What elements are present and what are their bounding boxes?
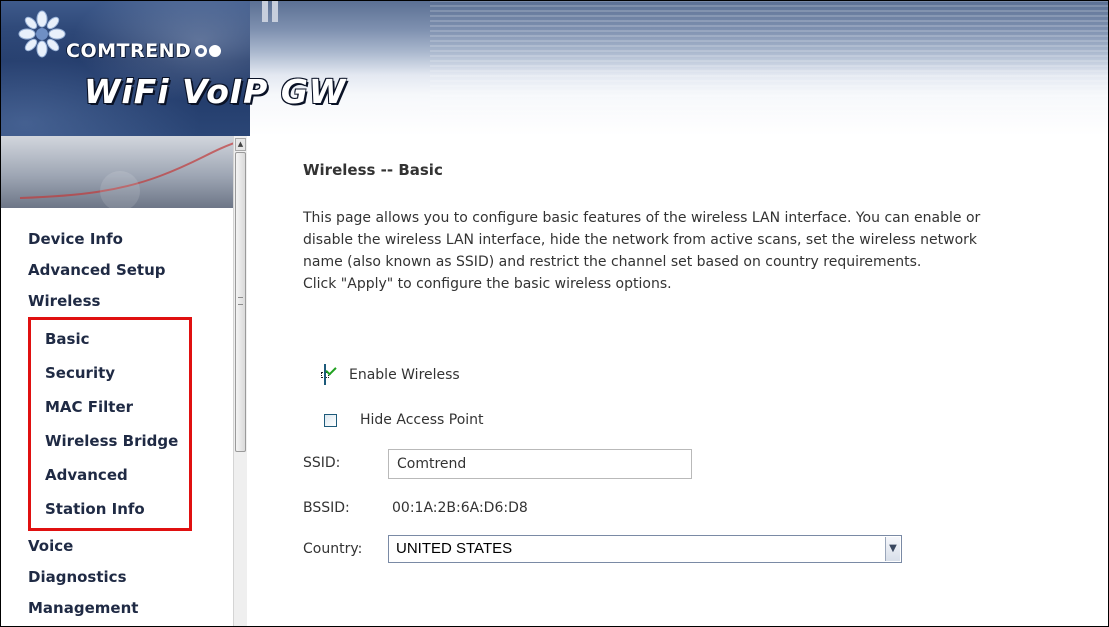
- scroll-up-arrow-icon[interactable]: ▲: [235, 138, 246, 151]
- page-title: Wireless -- Basic: [303, 161, 443, 179]
- sidebar-item-management[interactable]: Management: [0, 593, 233, 624]
- sidebar-subitem-basic[interactable]: Basic: [31, 322, 189, 356]
- chevron-down-icon[interactable]: ▼: [885, 537, 900, 561]
- sidebar-subitem-security[interactable]: Security: [31, 356, 189, 390]
- trend-line-graphic: [19, 142, 233, 208]
- sidebar-subitem-mac-filter[interactable]: MAC Filter: [31, 390, 189, 424]
- country-select[interactable]: UNITED STATES ▼: [388, 535, 902, 563]
- header-logo-panel: COMTREND: [0, 0, 250, 136]
- scrollbar-grip-icon: [238, 297, 243, 305]
- sidebar-subitem-wireless-bridge[interactable]: Wireless Bridge: [31, 424, 189, 458]
- sidebar-nav: Device Info Advanced Setup Wireless Basi…: [0, 224, 233, 624]
- sidebar-header-graphic: [0, 136, 233, 208]
- header-stripes-graphic: [430, 0, 1109, 136]
- enable-wireless-label: Enable Wireless: [349, 367, 460, 383]
- description-paragraph: This page allows you to configure basic …: [303, 210, 981, 270]
- header-gradient-panel: [250, 0, 1109, 136]
- brand-line: COMTREND: [66, 38, 222, 64]
- country-label: Country:: [303, 541, 363, 557]
- hide-access-point-checkbox[interactable]: [324, 413, 337, 427]
- sidebar-item-device-info[interactable]: Device Info: [0, 224, 233, 255]
- description-apply-hint: Click "Apply" to configure the basic wir…: [303, 276, 672, 292]
- sidebar-item-advanced-setup[interactable]: Advanced Setup: [0, 255, 233, 286]
- hide-access-point-label: Hide Access Point: [360, 412, 484, 428]
- ssid-input[interactable]: [388, 449, 692, 479]
- sidebar-item-voice[interactable]: Voice: [0, 531, 233, 562]
- product-name: WiFi VoIP GW: [84, 72, 347, 111]
- sidebar-item-diagnostics[interactable]: Diagnostics: [0, 562, 233, 593]
- sidebar-item-wireless[interactable]: Wireless: [0, 286, 233, 317]
- page-description: This page allows you to configure basic …: [303, 207, 1003, 295]
- header-banner: COMTREND WiFi VoIP GW: [0, 0, 1109, 136]
- scrollbar-thumb[interactable]: [235, 152, 246, 452]
- enable-wireless-checkbox[interactable]: [324, 364, 326, 385]
- bssid-value: 00:1A:2B:6A:D6:D8: [392, 500, 528, 516]
- bssid-label: BSSID:: [303, 500, 350, 516]
- header-pillar-graphic: [272, 0, 278, 22]
- main-content: Wireless -- Basic This page allows you t…: [247, 136, 1109, 627]
- brand-rings-icon: [195, 45, 222, 57]
- header-pillar-graphic: [262, 0, 268, 22]
- sidebar-subitem-station-info[interactable]: Station Info: [31, 492, 189, 526]
- sidebar: Device Info Advanced Setup Wireless Basi…: [0, 136, 233, 627]
- enable-wireless-focus: [321, 364, 329, 385]
- sidebar-subitem-advanced[interactable]: Advanced: [31, 458, 189, 492]
- country-selected-value: UNITED STATES: [396, 540, 513, 557]
- hide-access-point-row: Hide Access Point: [324, 412, 484, 428]
- comtrend-logo-icon: [18, 10, 66, 58]
- sidebar-scrollbar[interactable]: ▲: [233, 136, 247, 627]
- enable-wireless-row: Enable Wireless: [321, 364, 460, 385]
- brand-name: COMTREND: [66, 40, 192, 62]
- wireless-submenu-highlight: Basic Security MAC Filter Wireless Bridg…: [28, 317, 192, 531]
- ssid-label: SSID:: [303, 455, 341, 471]
